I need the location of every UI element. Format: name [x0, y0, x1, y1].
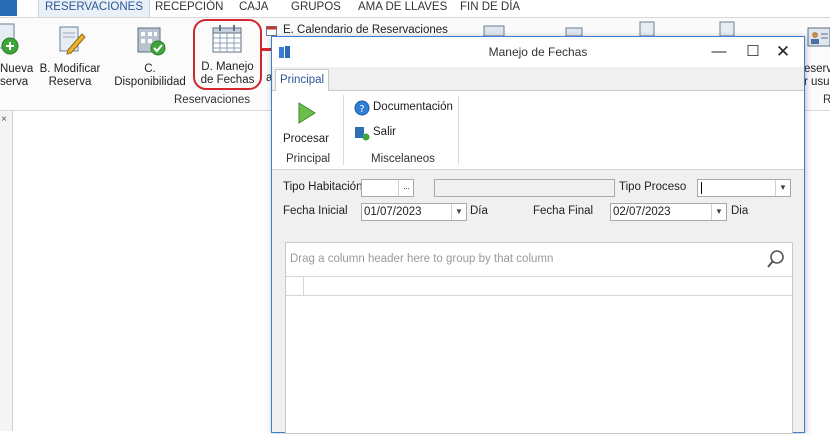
menu-recepcion[interactable]: RECEPCIÓN — [155, 0, 223, 17]
dia-label-1: Día — [470, 205, 488, 217]
main-menu-bar: RESERVACIONES RECEPCIÓN CAJA GRUPOS AMA … — [0, 0, 830, 18]
svg-text:?: ? — [359, 104, 364, 115]
manejo-fechas-window: Manejo de Fechas — ☐ ✕ Principal Procesa… — [271, 36, 805, 434]
menu-caja[interactable]: CAJA — [239, 0, 268, 17]
window-titlebar[interactable]: Manejo de Fechas — ☐ ✕ — [272, 37, 804, 67]
fecha-inicial-label: Fecha Inicial — [283, 205, 348, 217]
disponibilidad-button[interactable]: C. Disponibilidad — [108, 22, 192, 88]
documentacion-button[interactable]: ? Documentación — [354, 100, 454, 118]
text-cursor — [701, 182, 702, 194]
group-separator-2 — [458, 95, 459, 165]
tab-principal[interactable]: Principal — [275, 69, 329, 92]
disponibilidad-label: C. Disponibilidad — [114, 63, 186, 88]
manejo-label-2: de Fechas — [200, 74, 255, 86]
group-separator — [343, 95, 344, 165]
fecha-inicial-chevron-down-icon[interactable]: ▼ — [451, 204, 466, 220]
modificar-label-1: B. Modificar — [39, 63, 101, 75]
side-panel-close-icon[interactable]: × — [1, 114, 7, 125]
ribbon-icon-partial-1 — [483, 25, 505, 36]
user-card-icon — [807, 27, 830, 47]
minimize-icon[interactable]: — — [708, 41, 730, 63]
tipo-proceso-select[interactable]: ▼ — [697, 179, 791, 197]
tipo-habitacion-browse-button[interactable]: ··· — [398, 180, 413, 196]
menu-grupos[interactable]: GRUPOS — [291, 0, 341, 17]
manejo-label-1: D. Manejo — [201, 61, 254, 73]
edit-reservation-icon — [59, 26, 86, 55]
ribbon-icon-partial-2 — [565, 27, 583, 36]
reservaciones-group-label: Reservaciones — [174, 94, 251, 106]
tipo-habitacion-label: Tipo Habitación — [283, 181, 363, 193]
procesar-button[interactable]: Procesar — [276, 95, 336, 147]
window-ribbon: Procesar Principal ? Documentación Salir… — [272, 91, 804, 170]
reserva-usuario-label-1: eserva — [804, 63, 830, 75]
salir-button[interactable]: Salir — [354, 125, 414, 143]
ribbon-icon-partial-3 — [639, 21, 655, 36]
building-check-icon — [137, 27, 166, 56]
search-icon[interactable] — [766, 249, 786, 269]
fecha-final-chevron-down-icon[interactable]: ▼ — [711, 204, 726, 220]
collapsed-side-panel[interactable]: × — [0, 111, 13, 431]
window-tabstrip — [272, 67, 804, 91]
help-icon: ? — [354, 100, 370, 116]
fecha-inicial-field[interactable]: 01/07/2023 ▼ — [361, 203, 467, 221]
right-group-label: R — [823, 94, 830, 106]
reserva-usuario-label-2: r usu — [804, 76, 830, 88]
tipo-habitacion-field[interactable]: ··· — [361, 179, 414, 197]
manejo-fechas-button[interactable]: D. Manejo de Fechas — [193, 19, 262, 90]
nueva-label-1: Nueva — [0, 63, 34, 75]
procesar-label: Procesar — [282, 133, 330, 145]
menu-fin-de-dia[interactable]: FIN DE DÍA — [460, 0, 520, 17]
modificar-reserva-button[interactable]: B. Modificar Reserva — [38, 22, 102, 92]
group-panel-hint: Drag a column header here to group by th… — [290, 253, 554, 265]
calendar-icon — [212, 25, 242, 53]
reserva-usuario-button[interactable]: eserva r usu — [804, 22, 830, 92]
documentacion-label: Documentación — [373, 101, 453, 113]
grid-column-header[interactable] — [286, 276, 792, 296]
nueva-label-2: serva — [0, 76, 29, 88]
new-reservation-icon — [0, 23, 19, 55]
dia-label-2: Dia — [731, 205, 749, 217]
miscelaneos-group-label: Miscelaneos — [371, 153, 435, 165]
ribbon-icon-partial-4 — [719, 21, 735, 36]
fecha-final-label: Fecha Final — [533, 205, 594, 217]
fecha-final-value: 02/07/2023 — [613, 206, 671, 218]
principal-group-label: Principal — [286, 153, 331, 165]
results-grid[interactable]: Drag a column header here to group by th… — [285, 242, 793, 434]
nueva-reserva-button[interactable]: Nueva serva — [0, 22, 34, 92]
tipo-proceso-label: Tipo Proceso — [619, 181, 687, 193]
close-icon[interactable]: ✕ — [772, 41, 794, 63]
play-icon — [298, 102, 316, 124]
chevron-down-icon[interactable]: ▼ — [775, 180, 790, 196]
row-indicator-header — [303, 277, 304, 295]
menu-ama-de-llaves[interactable]: AMA DE LLAVES — [358, 0, 447, 17]
maximize-icon[interactable]: ☐ — [742, 41, 764, 63]
calendario-label: E. Calendario de Reservaciones — [283, 24, 448, 36]
menu-reservaciones[interactable]: RESERVACIONES — [38, 0, 150, 17]
fecha-final-field[interactable]: 02/07/2023 ▼ — [610, 203, 727, 221]
tipo-habitacion-description — [434, 179, 615, 197]
modificar-label-2: Reserva — [48, 76, 92, 88]
fecha-inicial-value: 01/07/2023 — [364, 206, 422, 218]
exit-icon — [355, 127, 370, 141]
app-menu-icon[interactable] — [0, 0, 17, 16]
salir-label: Salir — [373, 126, 397, 138]
